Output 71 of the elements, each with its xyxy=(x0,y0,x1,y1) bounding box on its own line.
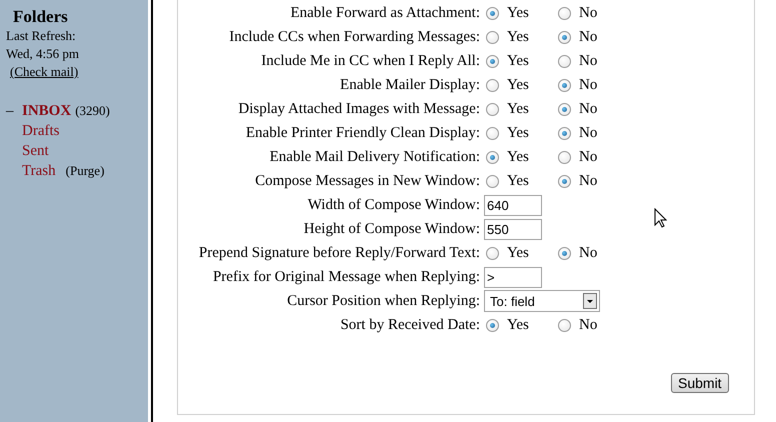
option-label: Prepend Signature before Reply/Forward Text: xyxy=(198,244,480,262)
check-mail-link[interactable]: (Check mail) xyxy=(10,63,78,80)
radio-label: Yes xyxy=(507,76,529,94)
input-field[interactable]: 550 xyxy=(484,218,542,240)
purge-link[interactable]: (Purge) xyxy=(66,163,104,179)
radio-button[interactable] xyxy=(558,30,571,44)
dropdown-field[interactable]: To: field xyxy=(484,290,600,312)
radio-label: Yes xyxy=(507,172,529,190)
radio-label: No xyxy=(579,4,598,22)
radio-button[interactable] xyxy=(486,6,499,20)
radio-label: Yes xyxy=(507,100,529,118)
option-label: Width of Compose Window: xyxy=(306,196,480,214)
radio-button[interactable] xyxy=(558,246,571,260)
sidebar-title: Folders xyxy=(13,7,68,27)
collapse-toggle[interactable]: – xyxy=(0,103,22,120)
folder-link[interactable]: Sent xyxy=(22,143,49,160)
folder-link[interactable]: Drafts xyxy=(22,123,60,140)
radio-button[interactable] xyxy=(558,318,571,332)
option-label: Prefix for Original Message when Replying: xyxy=(212,268,480,286)
radio-button[interactable] xyxy=(558,6,571,20)
radio-label: Yes xyxy=(507,28,529,46)
option-label: Height of Compose Window: xyxy=(302,220,480,238)
option-label: Include CCs when Forwarding Messages: xyxy=(228,28,480,46)
radio-button[interactable] xyxy=(486,30,499,44)
radio-label: Yes xyxy=(507,148,529,166)
mouse-cursor-icon xyxy=(654,208,667,229)
radio-button[interactable] xyxy=(486,126,499,140)
option-label: Include Me in CC when I Reply All: xyxy=(260,52,480,70)
option-label: Enable Forward as Attachment: xyxy=(289,4,480,22)
radio-button[interactable] xyxy=(558,54,571,68)
radio-label: No xyxy=(579,148,598,166)
radio-button[interactable] xyxy=(558,78,571,92)
radio-label: Yes xyxy=(507,316,529,334)
radio-button[interactable] xyxy=(486,78,499,92)
radio-button[interactable] xyxy=(486,54,499,68)
option-label: Enable Mailer Display: xyxy=(339,76,480,94)
radio-button[interactable] xyxy=(558,102,571,116)
radio-label: No xyxy=(579,52,598,70)
folder-link[interactable]: Trash xyxy=(22,163,56,180)
radio-button[interactable] xyxy=(558,174,571,188)
radio-button[interactable] xyxy=(486,174,499,188)
radio-label: Yes xyxy=(507,244,529,262)
radio-label: Yes xyxy=(507,124,529,142)
radio-label: No xyxy=(579,76,598,94)
refresh-label: Last Refresh: xyxy=(6,27,76,44)
refresh-time: Wed, 4:56 pm xyxy=(6,45,79,62)
message-count: (3290) xyxy=(75,103,110,119)
option-label: Enable Printer Friendly Clean Display: xyxy=(244,124,480,142)
option-label: Display Attached Images with Message: xyxy=(237,100,480,118)
radio-label: No xyxy=(579,28,598,46)
submit-button[interactable]: Submit xyxy=(671,373,729,393)
folder-link[interactable]: INBOX xyxy=(22,103,72,120)
radio-button[interactable] xyxy=(558,126,571,140)
option-label: Enable Mail Delivery Notification: xyxy=(268,148,480,166)
radio-label: Yes xyxy=(507,4,529,22)
radio-label: No xyxy=(579,172,598,190)
radio-button[interactable] xyxy=(486,150,499,164)
radio-label: No xyxy=(579,100,598,118)
radio-button[interactable] xyxy=(486,318,499,332)
radio-label: No xyxy=(579,316,598,334)
option-label: Compose Messages in New Window: xyxy=(254,172,480,190)
radio-button[interactable] xyxy=(558,150,571,164)
option-label: Sort by Received Date: xyxy=(339,316,480,334)
input-field[interactable]: 640 xyxy=(484,194,542,216)
radio-label: No xyxy=(579,244,598,262)
radio-label: No xyxy=(579,124,598,142)
input-field[interactable]: > xyxy=(484,266,542,288)
radio-label: Yes xyxy=(507,52,529,70)
radio-button[interactable] xyxy=(486,102,499,116)
radio-button[interactable] xyxy=(486,246,499,260)
option-label: Cursor Position when Replying: xyxy=(286,292,480,310)
